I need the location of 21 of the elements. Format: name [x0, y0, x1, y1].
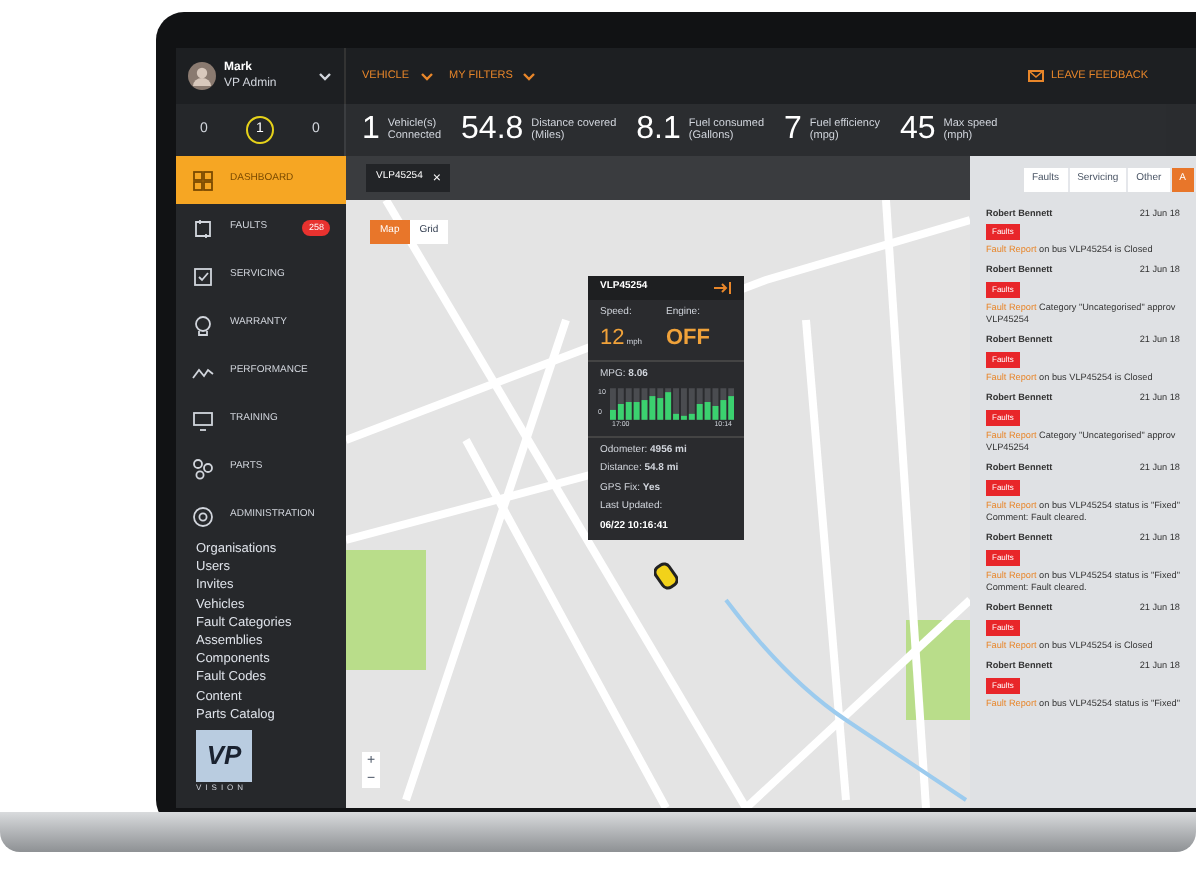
engine-status: OFF: [666, 323, 712, 353]
logo-mark: VP: [196, 730, 252, 783]
settings-icon: [192, 505, 214, 527]
checkbox-icon: [192, 265, 214, 287]
mpg-bar-chart-drawing: [609, 387, 734, 419]
chevron-icon: [419, 71, 434, 81]
exit-icon[interactable]: [714, 282, 732, 294]
speed-value: 12: [600, 323, 625, 353]
vehicle-marker-icon: [654, 562, 678, 590]
stat-value: 8.1: [636, 114, 681, 146]
message-icon: [1027, 70, 1043, 82]
avatar-icon: [188, 62, 216, 90]
monitor-icon: [192, 409, 214, 431]
stat-value: 54.8: [461, 114, 524, 146]
grid-icon: [192, 169, 214, 191]
badge-icon: [192, 313, 214, 335]
stat-value: 45: [899, 114, 936, 146]
chevron-icon: [522, 71, 537, 81]
stat-value: 1: [362, 114, 380, 146]
stat-value: 7: [784, 114, 802, 146]
chevron-icon: [318, 71, 332, 81]
